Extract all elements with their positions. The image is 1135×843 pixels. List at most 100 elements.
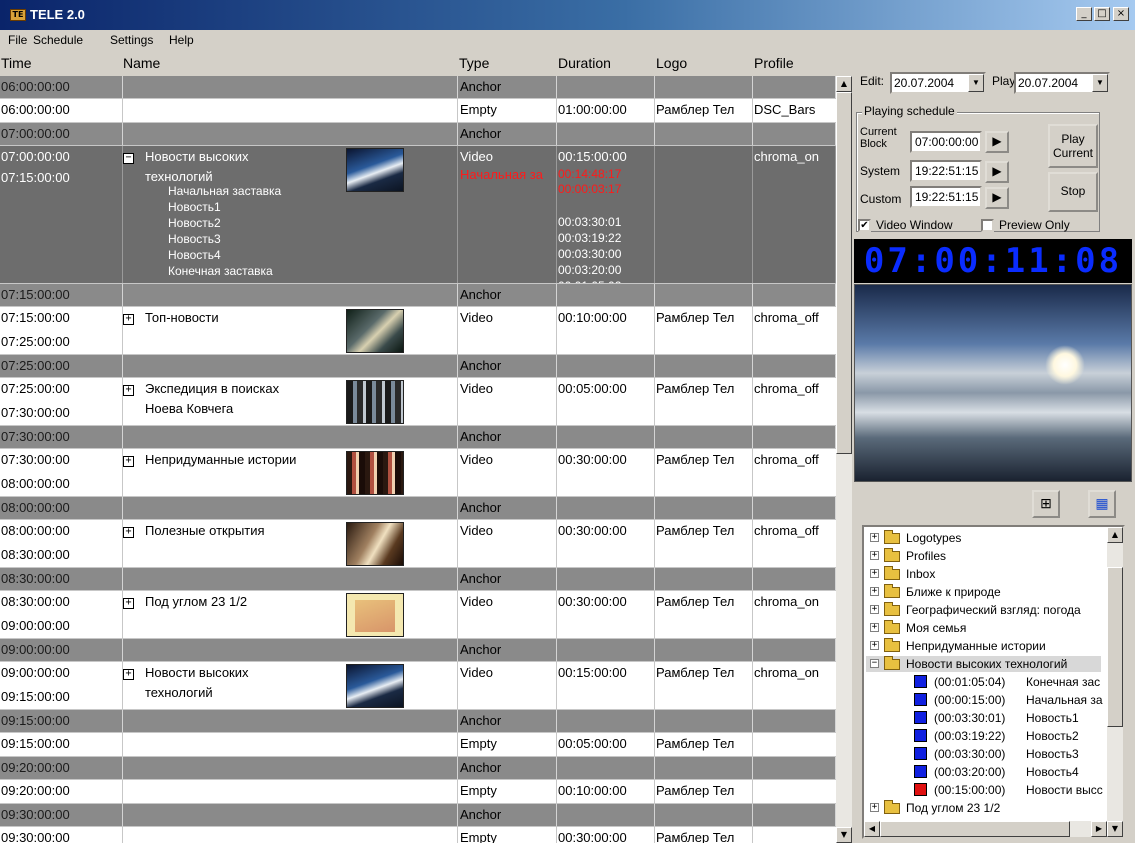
scroll-thumb[interactable] xyxy=(880,821,1070,837)
menu-file[interactable]: File xyxy=(8,33,27,47)
close-button[interactable]: × xyxy=(1113,7,1129,21)
play-current-block-icon[interactable]: ▶ xyxy=(985,131,1009,153)
tree-clip[interactable]: (00:01:05:04) Конечная зас xyxy=(866,674,1111,690)
custom-time-field[interactable]: 19:22:51:15 xyxy=(910,186,982,208)
table-row[interactable]: 09:15:00:00 Empty 00:05:00:00 Рамблер Тел xyxy=(0,733,836,757)
play-system-icon[interactable]: ▶ xyxy=(985,161,1009,183)
expand-toggle-icon[interactable]: + xyxy=(123,314,134,325)
tree-clip[interactable]: (00:03:30:01) Новость1 xyxy=(866,710,1111,726)
preview-only-checkbox[interactable] xyxy=(981,219,994,232)
tree-folder[interactable]: + Logotypes xyxy=(866,530,1101,546)
expand-icon[interactable]: + xyxy=(870,803,879,812)
duration-cell xyxy=(557,757,655,780)
play-custom-icon[interactable]: ▶ xyxy=(985,187,1009,209)
table-row[interactable]: 08:30:00:00 09:00:00:00 + Под углом 23 1/2 V… xyxy=(0,591,836,639)
tree-folder[interactable]: + Inbox xyxy=(866,566,1101,582)
scroll-left-arrow-icon[interactable]: ◀ xyxy=(864,821,880,837)
scroll-thumb[interactable] xyxy=(1107,567,1123,727)
anchor-row[interactable]: 09:15:00:00 Anchor xyxy=(0,710,836,733)
title-bar[interactable]: TE TELE 2.0 _ □ × xyxy=(0,0,1135,30)
scroll-thumb[interactable] xyxy=(836,92,852,454)
table-row[interactable]: 09:00:00:00 09:15:00:00 + Новости высоких те… xyxy=(0,662,836,710)
tree-view-icon[interactable]: ⊞ xyxy=(1032,490,1060,518)
col-header-logo[interactable]: Logo xyxy=(656,55,687,71)
scroll-up-arrow-icon[interactable]: ▲ xyxy=(1107,527,1123,543)
expand-icon[interactable]: + xyxy=(870,587,879,596)
tree-folder[interactable]: − Новости высоких технологий xyxy=(866,656,1101,672)
folder-icon xyxy=(884,548,900,562)
menu-schedule[interactable]: Schedule xyxy=(33,33,83,47)
expand-icon[interactable]: + xyxy=(870,623,879,632)
chevron-down-icon[interactable]: ▼ xyxy=(1092,74,1108,92)
col-header-time[interactable]: Time xyxy=(1,55,32,71)
grid-view-icon[interactable]: ▦ xyxy=(1088,490,1116,518)
tree-horizontal-scrollbar[interactable]: ◀ ▶ xyxy=(864,821,1107,837)
media-tree[interactable]: (00:01:05:04) Конечная зас (00:00:15:00) На… xyxy=(862,525,1125,839)
tree-clip[interactable]: (00:03:30:00) Новость3 xyxy=(866,746,1111,762)
current-block-field[interactable]: 07:00:00:00 xyxy=(910,131,982,153)
play-current-button[interactable]: Play Current xyxy=(1048,124,1098,168)
expand-toggle-icon[interactable]: + xyxy=(123,527,134,538)
edit-date-select[interactable]: 20.07.2004 ▼ xyxy=(890,72,986,94)
menu-help[interactable]: Help xyxy=(169,33,194,47)
col-header-type[interactable]: Type xyxy=(459,55,489,71)
expand-toggle-icon[interactable]: + xyxy=(123,385,134,396)
tree-folder[interactable]: + Непридуманные истории xyxy=(866,638,1101,654)
tree-clip[interactable]: (00:03:20:00) Новость4 xyxy=(866,764,1111,780)
grid-vertical-scrollbar[interactable]: ▲ ▼ xyxy=(836,76,852,843)
table-row[interactable]: 07:30:00:00 08:00:00:00 + Непридуманные ист… xyxy=(0,449,836,497)
anchor-row[interactable]: 08:30:00:00 Anchor xyxy=(0,568,836,591)
anchor-row[interactable]: 07:30:00:00 Anchor xyxy=(0,426,836,449)
stop-button[interactable]: Stop xyxy=(1048,172,1098,212)
anchor-row[interactable]: 09:00:00:00 Anchor xyxy=(0,639,836,662)
expand-icon[interactable]: + xyxy=(870,605,879,614)
play-date-select[interactable]: 20.07.2004 ▼ xyxy=(1014,72,1110,94)
start-time: 09:30:00:00 xyxy=(1,830,70,843)
anchor-row[interactable]: 09:20:00:00 Anchor xyxy=(0,757,836,780)
expand-toggle-icon[interactable]: + xyxy=(123,669,134,680)
expand-toggle-icon[interactable]: + xyxy=(123,456,134,467)
col-header-profile[interactable]: Profile xyxy=(754,55,794,71)
table-row[interactable]: 07:25:00:00 07:30:00:00 + Экспедиция в поис… xyxy=(0,378,836,426)
scroll-right-arrow-icon[interactable]: ▶ xyxy=(1091,821,1107,837)
anchor-row[interactable]: 07:00:00:00 Anchor xyxy=(0,123,836,146)
scroll-up-arrow-icon[interactable]: ▲ xyxy=(836,76,852,92)
schedule-grid[interactable]: 06:00:00:00 Anchor 06:00:00:00 Empty 01:00:0… xyxy=(0,76,836,843)
anchor-row[interactable]: 09:30:00:00 Anchor xyxy=(0,804,836,827)
expand-icon[interactable]: + xyxy=(870,551,879,560)
table-row[interactable]: 09:20:00:00 Empty 00:10:00:00 Рамблер Тел xyxy=(0,780,836,804)
anchor-row[interactable]: 07:15:00:00 Anchor xyxy=(0,284,836,307)
expand-toggle-icon[interactable]: − xyxy=(123,153,134,164)
expand-toggle-icon[interactable]: + xyxy=(123,598,134,609)
table-row[interactable]: 08:00:00:00 08:30:00:00 + Полезные открытия… xyxy=(0,520,836,568)
minimize-button[interactable]: _ xyxy=(1076,7,1092,21)
video-window-checkbox[interactable]: ✔ xyxy=(858,219,871,232)
expand-icon[interactable]: + xyxy=(870,569,879,578)
scroll-down-arrow-icon[interactable]: ▼ xyxy=(836,827,852,843)
tree-folder[interactable]: + Profiles xyxy=(866,548,1101,564)
anchor-row[interactable]: 08:00:00:00 Anchor xyxy=(0,497,836,520)
tree-folder[interactable]: + Ближе к природе xyxy=(866,584,1101,600)
col-header-name[interactable]: Name xyxy=(123,55,160,71)
maximize-button[interactable]: □ xyxy=(1094,7,1110,21)
system-time-field[interactable]: 19:22:51:15 xyxy=(910,160,982,182)
expand-icon[interactable]: + xyxy=(870,641,879,650)
table-row[interactable]: 07:00:00:00 07:15:00:00 − Новости высоких те… xyxy=(0,146,836,284)
tree-clip[interactable]: (00:15:00:00) Новости высс xyxy=(866,782,1111,798)
table-row[interactable]: 09:30:00:00 Empty 00:30:00:00 Рамблер Тел xyxy=(0,827,836,843)
anchor-row[interactable]: 07:25:00:00 Anchor xyxy=(0,355,836,378)
col-header-duration[interactable]: Duration xyxy=(558,55,611,71)
expand-icon[interactable]: + xyxy=(870,533,879,542)
tree-clip[interactable]: (00:03:19:22) Новость2 xyxy=(866,728,1111,744)
tree-vertical-scrollbar[interactable]: ▲ ▼ xyxy=(1107,527,1123,837)
table-row[interactable]: 06:00:00:00 Empty 01:00:00:00 Рамблер Тел DS… xyxy=(0,99,836,123)
tree-folder[interactable]: + Географический взгляд: погода xyxy=(866,602,1101,618)
scroll-down-arrow-icon[interactable]: ▼ xyxy=(1107,821,1123,837)
tree-clip[interactable]: (00:00:15:00) Начальная за xyxy=(866,692,1111,708)
menu-settings[interactable]: Settings xyxy=(110,33,153,47)
collapse-icon[interactable]: − xyxy=(870,659,879,668)
chevron-down-icon[interactable]: ▼ xyxy=(968,74,984,92)
anchor-row[interactable]: 06:00:00:00 Anchor xyxy=(0,76,836,99)
tree-folder[interactable]: + Моя семья xyxy=(866,620,1101,636)
table-row[interactable]: 07:15:00:00 07:25:00:00 + Топ-новости Video 0… xyxy=(0,307,836,355)
